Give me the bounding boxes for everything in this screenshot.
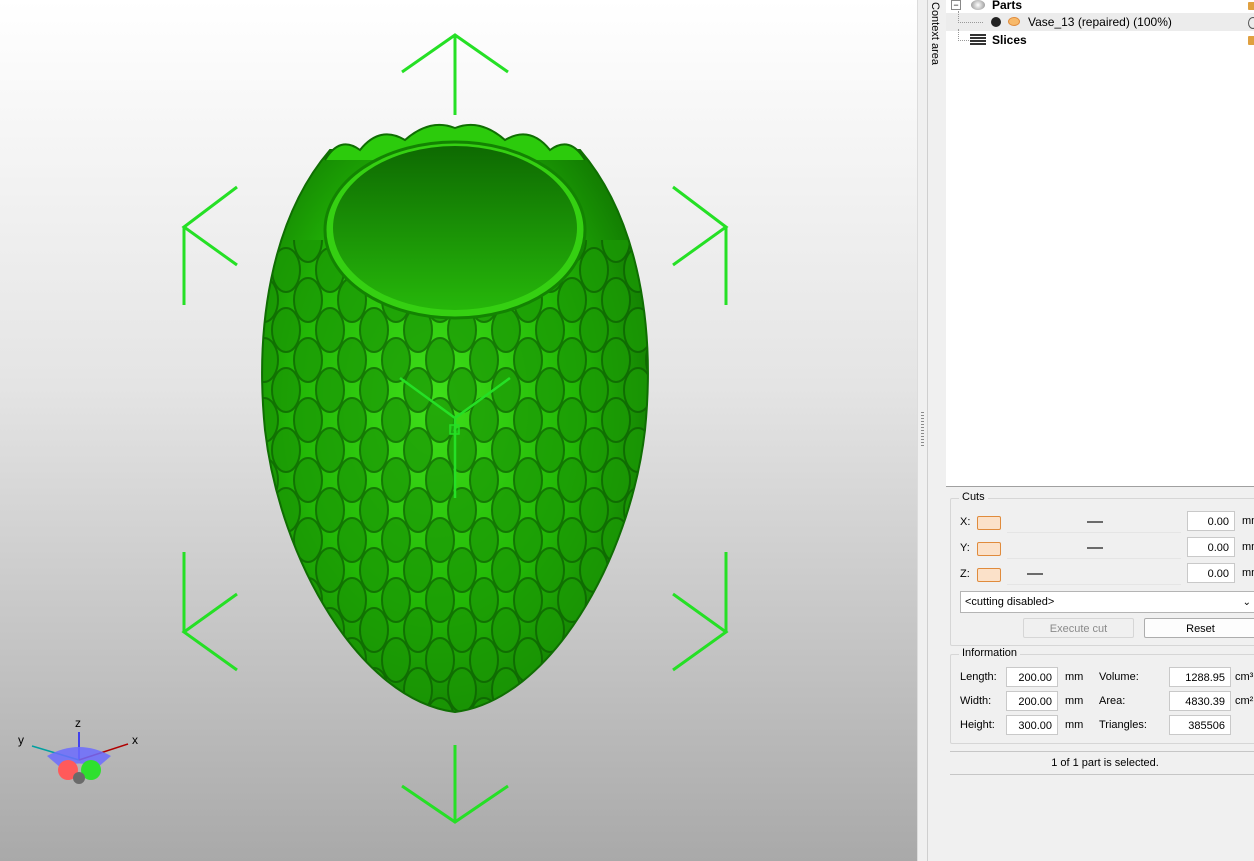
cut-y-label: Y: xyxy=(960,542,970,554)
cut-x-unit: mm xyxy=(1242,515,1254,527)
handle-upper-left xyxy=(181,185,238,305)
context-area-tab[interactable]: Context area xyxy=(927,0,947,861)
tree-line xyxy=(958,29,969,41)
area-value: 4830.39 xyxy=(1169,691,1231,711)
handle-top xyxy=(401,33,509,115)
area-unit: cm² xyxy=(1235,695,1254,707)
cut-y-toggle-button[interactable] xyxy=(977,542,1001,556)
height-label: Height: xyxy=(960,719,995,731)
part-status-icon xyxy=(1248,17,1254,29)
information-group: Information Length: 200.00 mm Width: 200… xyxy=(950,647,1254,744)
axis-label-z: z xyxy=(75,716,81,730)
tree-slices-label: Slices xyxy=(992,33,1027,47)
cutting-mode-value: <cutting disabled> xyxy=(965,596,1055,608)
cut-y-slider[interactable] xyxy=(1007,538,1181,559)
length-unit: mm xyxy=(1065,671,1084,683)
cutting-mode-select[interactable]: <cutting disabled> ⌄ xyxy=(960,591,1254,613)
length-label: Length: xyxy=(960,671,997,683)
viewport-scene[interactable] xyxy=(0,0,917,861)
area-label: Area: xyxy=(1099,695,1126,707)
lock-icon[interactable] xyxy=(1248,2,1254,10)
chevron-down-icon: ⌄ xyxy=(1242,597,1251,608)
cuts-group: Cuts X: 0.00 mm Y: 0.00 mm Z: 0.00 mm <c… xyxy=(950,491,1254,646)
cut-x-label: X: xyxy=(960,516,971,528)
slices-icon xyxy=(970,34,986,46)
tree-part-label: Vase_13 (repaired) (100%) xyxy=(1028,15,1172,29)
triangles-value: 385506 xyxy=(1169,715,1231,735)
execute-cut-button[interactable]: Execute cut xyxy=(1023,618,1134,638)
context-area-label: Context area xyxy=(929,2,941,65)
width-unit: mm xyxy=(1065,695,1084,707)
volume-label: Volume: xyxy=(1099,671,1139,683)
eye-icon[interactable] xyxy=(1008,17,1020,26)
lock-icon[interactable] xyxy=(1248,36,1254,45)
cut-z-slider[interactable] xyxy=(1007,564,1181,585)
handle-bottom xyxy=(401,745,509,824)
selection-status: 1 of 1 part is selected. xyxy=(950,751,1254,775)
cut-x-toggle-button[interactable] xyxy=(977,516,1001,530)
visibility-dot-icon[interactable] xyxy=(991,17,1001,27)
tree-item-slices[interactable]: Slices xyxy=(946,29,1254,49)
volume-value: 1288.95 xyxy=(1169,667,1231,687)
cut-x-input[interactable]: 0.00 xyxy=(1187,511,1235,531)
properties-panels: Cuts X: 0.00 mm Y: 0.00 mm Z: 0.00 mm <c… xyxy=(946,487,1254,861)
information-title: Information xyxy=(959,647,1021,659)
cut-y-input[interactable]: 0.00 xyxy=(1187,537,1235,557)
tree-item-part[interactable]: Vase_13 (repaired) (100%) xyxy=(946,11,1254,31)
cut-z-slider-handle[interactable] xyxy=(1027,573,1043,575)
volume-unit: cm³ xyxy=(1235,671,1254,683)
handle-upper-right xyxy=(672,185,729,305)
tree-line xyxy=(958,11,983,23)
width-value: 200.00 xyxy=(1006,691,1058,711)
width-label: Width: xyxy=(960,695,992,707)
splitter-grip[interactable] xyxy=(921,412,924,446)
cut-y-slider-handle[interactable] xyxy=(1087,547,1103,549)
tree-item-parts[interactable]: − Parts xyxy=(946,0,1254,14)
cut-z-unit: mm xyxy=(1242,567,1254,579)
handle-lower-right xyxy=(672,552,729,672)
length-value: 200.00 xyxy=(1006,667,1058,687)
tree-parts-label: Parts xyxy=(992,0,1023,12)
height-unit: mm xyxy=(1065,719,1084,731)
handle-lower-left xyxy=(181,552,238,672)
collapse-icon[interactable]: − xyxy=(951,0,961,10)
axis-label-x: x xyxy=(132,733,138,747)
cut-z-toggle-button[interactable] xyxy=(977,568,1001,582)
parts-icon xyxy=(971,0,985,10)
axis-orientation-widget[interactable] xyxy=(31,732,129,784)
cut-z-label: Z: xyxy=(960,568,970,580)
cuts-title: Cuts xyxy=(959,491,988,503)
triangles-label: Triangles: xyxy=(1099,719,1147,731)
parts-tree[interactable]: − Parts Vase_13 (repaired) (100%) Slices xyxy=(946,0,1254,487)
cut-z-input[interactable]: 0.00 xyxy=(1187,563,1235,583)
reset-button[interactable]: Reset xyxy=(1144,618,1254,638)
axis-label-y: y xyxy=(18,733,24,747)
height-value: 300.00 xyxy=(1006,715,1058,735)
cut-y-unit: mm xyxy=(1242,541,1254,553)
3d-viewport[interactable]: z y x xyxy=(0,0,917,861)
cut-x-slider[interactable] xyxy=(1007,512,1181,533)
cut-x-slider-handle[interactable] xyxy=(1087,521,1103,523)
